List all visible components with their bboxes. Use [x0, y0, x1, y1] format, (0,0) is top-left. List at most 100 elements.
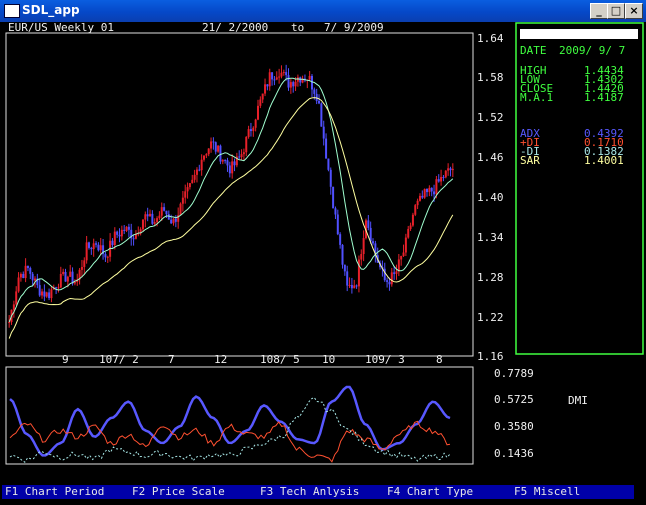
- dmi-tick: 0.7789: [494, 367, 534, 380]
- candle-body: [31, 273, 34, 281]
- candle-body: [409, 225, 412, 229]
- f5-miscell[interactable]: F5 Miscell: [514, 485, 580, 499]
- candle-body: [193, 174, 196, 180]
- indicator-overlays: [8, 77, 454, 339]
- candle-body: [428, 187, 431, 193]
- candle-body: [362, 238, 365, 255]
- candle-body: [404, 237, 407, 253]
- candle-body: [198, 169, 201, 171]
- candle-body: [186, 187, 189, 192]
- candle-body: [348, 284, 351, 286]
- candle-body: [271, 72, 274, 80]
- indicator-label: SAR: [520, 154, 540, 167]
- candle-body: [158, 215, 161, 219]
- price-tick: 1.16: [477, 350, 504, 363]
- candle-body: [66, 276, 69, 282]
- chart-to-label: to: [291, 22, 304, 34]
- maximize-button[interactable]: □: [607, 3, 625, 19]
- candle-body: [71, 271, 74, 284]
- candle-body: [50, 289, 53, 299]
- candle-body: [64, 271, 67, 282]
- f1-chart-period[interactable]: F1 Chart Period: [5, 485, 104, 499]
- candle-body: [146, 214, 149, 217]
- candle-body: [332, 186, 335, 209]
- candle-body: [55, 287, 58, 289]
- candle-body: [273, 79, 276, 81]
- candle-body: [141, 219, 144, 230]
- price-tick: 1.58: [477, 71, 504, 84]
- price-tick: 1.22: [477, 311, 504, 324]
- candle-body: [437, 179, 440, 182]
- candle-body: [118, 234, 121, 237]
- candle-body: [254, 119, 257, 128]
- candle-body: [292, 82, 295, 87]
- candle-body: [308, 75, 311, 80]
- candle-body: [318, 100, 321, 104]
- candle-body: [170, 219, 173, 224]
- candle-body: [414, 205, 417, 215]
- indicator-value: 1.4001: [584, 154, 624, 167]
- candle-body: [85, 242, 88, 261]
- candle-body: [113, 231, 116, 245]
- candle-body: [327, 158, 330, 170]
- candle-body: [172, 218, 175, 224]
- price-tick: 1.64: [477, 32, 504, 45]
- candle-body: [43, 291, 46, 297]
- candle-body: [200, 159, 203, 171]
- time-tick: 7: [168, 353, 175, 366]
- candle-body: [151, 213, 154, 224]
- candle-body: [167, 214, 170, 220]
- time-tick: 107/ 2: [99, 353, 139, 366]
- candle-body: [264, 84, 267, 94]
- f2-price-scale[interactable]: F2 Price Scale: [132, 485, 225, 499]
- candle-body: [116, 231, 119, 235]
- time-axis: 9 107/ 2 7 12 108/ 5 10 109/ 3 8: [62, 353, 443, 366]
- candle-body: [238, 156, 241, 158]
- candle-body: [219, 145, 222, 162]
- candle-body: [451, 168, 454, 171]
- candle-body: [48, 292, 51, 299]
- price-tick: 1.40: [477, 191, 504, 204]
- candle-body: [339, 234, 342, 245]
- candle-body: [144, 214, 147, 220]
- candle-body: [449, 168, 452, 171]
- candle-body: [435, 179, 438, 195]
- candle-body: [179, 203, 182, 216]
- candle-body: [240, 154, 243, 158]
- f4-chart-type[interactable]: F4 Chart Type: [387, 485, 473, 499]
- candle-body: [181, 197, 184, 204]
- candle-body: [423, 188, 426, 198]
- function-key-bar: F1 Chart Period F2 Price Scale F3 Tech A…: [2, 485, 634, 499]
- candle-body: [132, 238, 135, 240]
- candle-body: [184, 191, 187, 198]
- f3-tech-analysis[interactable]: F3 Tech Anlysis: [260, 485, 359, 499]
- candle-body: [217, 145, 220, 152]
- title-bar[interactable]: SDL_app _ □ ×: [0, 0, 646, 22]
- candle-body: [447, 168, 450, 171]
- indicator-readouts: ADX 0.4392 +DI 0.1710 -DI 0.1382 SAR 1.4…: [520, 127, 624, 167]
- candle-body: [224, 160, 227, 162]
- candle-body: [57, 287, 60, 289]
- candle-body: [205, 154, 208, 156]
- sar-line: [8, 97, 454, 339]
- candle-body: [191, 179, 194, 184]
- candle-body: [203, 155, 206, 160]
- close-button[interactable]: ×: [625, 3, 643, 19]
- candle-body: [278, 76, 281, 78]
- candle-body: [252, 127, 255, 132]
- candle-body: [440, 176, 443, 182]
- candle-body: [325, 138, 328, 159]
- candle-body: [153, 222, 156, 224]
- candle-body: [87, 242, 90, 248]
- candle-body: [353, 285, 356, 289]
- time-tick: 12: [214, 353, 227, 366]
- candle-body: [62, 271, 65, 274]
- candle-body: [120, 229, 123, 237]
- candle-body: [127, 226, 130, 230]
- dmi-line-minusdi: [9, 396, 451, 463]
- candle-body: [111, 240, 114, 245]
- candle-body: [289, 82, 292, 88]
- minimize-button[interactable]: _: [590, 3, 608, 19]
- candle-body: [210, 141, 213, 149]
- candle-body: [416, 200, 419, 206]
